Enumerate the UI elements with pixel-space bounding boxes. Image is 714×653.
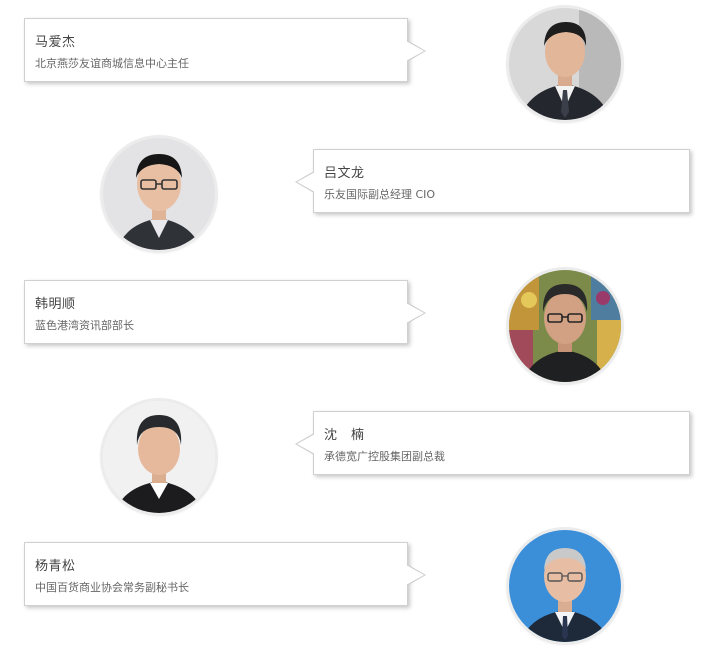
person-name: 沈 楠 bbox=[324, 428, 365, 443]
person-name: 马爱杰 bbox=[35, 35, 76, 50]
person-name: 吕文龙 bbox=[324, 166, 365, 181]
person-title: 蓝色港湾资讯部部长 bbox=[35, 319, 134, 332]
profile-row-2: 吕文龙 乐友国际副总经理 CIO bbox=[0, 130, 714, 250]
profile-card-3: 韩明顺 蓝色港湾资讯部部长 bbox=[24, 280, 426, 344]
avatar-photo-3 bbox=[509, 270, 621, 382]
profile-row-5: 杨青松 中国百货商业协会常务副秘书长 bbox=[0, 524, 714, 644]
avatar-photo-4 bbox=[103, 401, 215, 513]
profile-row-4: 沈 楠 承德宽广控股集团副总裁 bbox=[0, 393, 714, 513]
person-name: 韩明顺 bbox=[35, 297, 76, 312]
person-title: 北京燕莎友谊商城信息中心主任 bbox=[35, 57, 189, 70]
profile-card-1: 马爱杰 北京燕莎友谊商城信息中心主任 bbox=[24, 18, 426, 82]
person-title: 中国百货商业协会常务副秘书长 bbox=[35, 581, 189, 594]
profile-card-4: 沈 楠 承德宽广控股集团副总裁 bbox=[295, 411, 690, 475]
profile-card-5: 杨青松 中国百货商业协会常务副秘书长 bbox=[24, 542, 426, 606]
profile-card-2: 吕文龙 乐友国际副总经理 CIO bbox=[295, 149, 690, 213]
person-title: 乐友国际副总经理 CIO bbox=[324, 188, 436, 201]
profile-row-3: 韩明顺 蓝色港湾资讯部部长 bbox=[0, 262, 714, 382]
person-name: 杨青松 bbox=[35, 559, 76, 574]
person-title: 承德宽广控股集团副总裁 bbox=[324, 450, 445, 463]
avatar-photo-2 bbox=[103, 138, 215, 250]
profile-row-1: 马爱杰 北京燕莎友谊商城信息中心主任 bbox=[0, 0, 714, 120]
avatar-photo-1 bbox=[509, 8, 621, 120]
avatar-photo-5 bbox=[509, 530, 621, 642]
